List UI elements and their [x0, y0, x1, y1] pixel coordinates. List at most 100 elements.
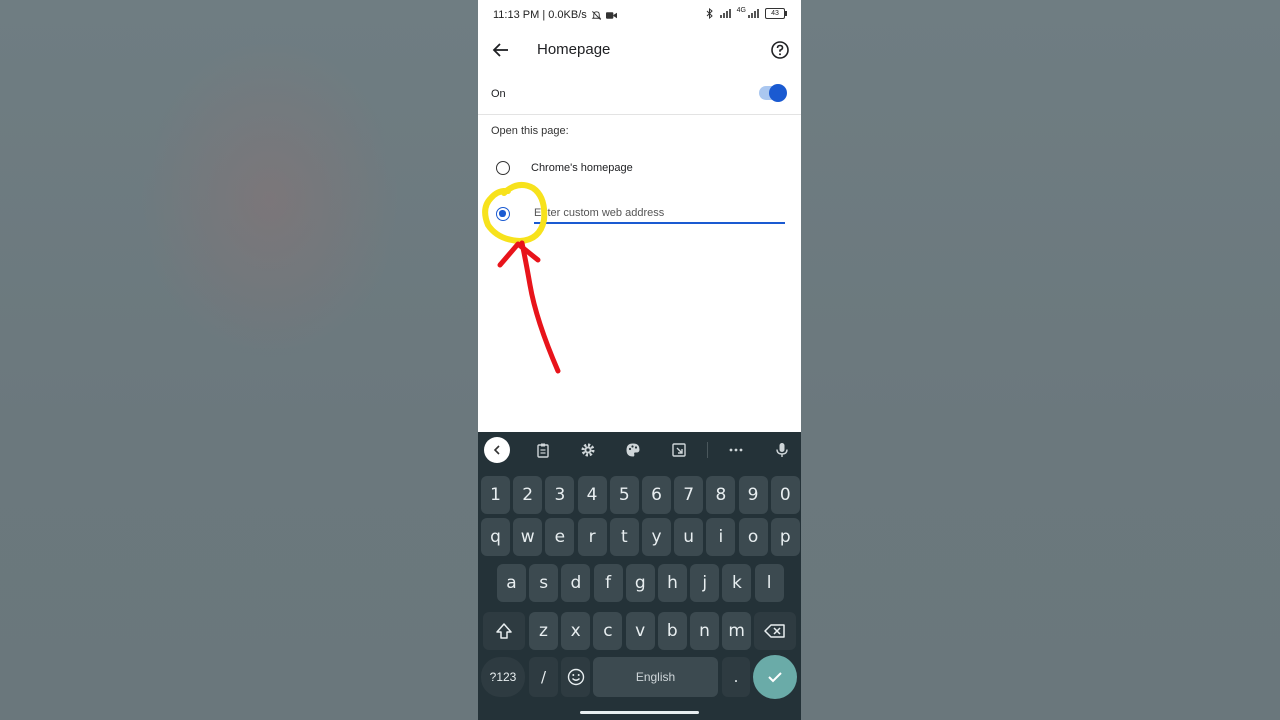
theme-button[interactable]: [621, 438, 645, 462]
key-label: 4: [586, 485, 598, 505]
help-circle-icon: [771, 41, 789, 59]
key-label: l: [766, 573, 772, 593]
letter-key-v[interactable]: v: [625, 612, 655, 650]
letter-key-g[interactable]: g: [625, 564, 655, 602]
key-label: k: [731, 573, 742, 593]
period-key[interactable]: .: [722, 657, 750, 697]
key-label: h: [667, 573, 678, 593]
key-label: b: [666, 621, 678, 641]
slash-key-label: /: [540, 668, 547, 686]
radio-button-selected[interactable]: [496, 207, 510, 221]
space-key[interactable]: English: [593, 657, 718, 697]
letter-key-m[interactable]: m: [722, 612, 752, 650]
number-key-8[interactable]: 8: [706, 476, 736, 514]
emoji-icon: [567, 668, 584, 686]
homepage-toggle-row[interactable]: On: [478, 74, 801, 115]
number-key-0[interactable]: 0: [770, 476, 800, 514]
key-label: 6: [651, 485, 662, 505]
number-key-4[interactable]: 4: [577, 476, 607, 514]
letter-key-r[interactable]: r: [577, 518, 607, 556]
key-label: 1: [490, 485, 501, 505]
settings-button[interactable]: [576, 438, 600, 462]
status-right: 4G 43: [706, 7, 787, 19]
key-label: v: [635, 621, 646, 641]
more-button[interactable]: [724, 438, 748, 462]
key-label: w: [520, 527, 535, 547]
number-key-5[interactable]: 5: [609, 476, 639, 514]
letter-key-y[interactable]: y: [642, 518, 671, 556]
palette-icon: [626, 443, 640, 457]
letter-key-l[interactable]: l: [754, 564, 784, 602]
space-key-label: English: [635, 670, 676, 684]
key-label: a: [506, 573, 517, 593]
signal-icon: [719, 9, 731, 18]
key-label: t: [620, 527, 628, 547]
phone-screen: 11:13 PM | 0.0KB/s 4G 43 Homepage On Ope…: [478, 0, 801, 720]
key-label: o: [747, 527, 759, 547]
key-label: 8: [715, 485, 727, 505]
letter-key-t[interactable]: t: [609, 518, 639, 556]
bluetooth-icon: [706, 8, 713, 19]
homepage-toggle[interactable]: [759, 84, 787, 102]
red-arrow-shaft: [519, 240, 561, 374]
letter-key-a[interactable]: a: [497, 564, 526, 602]
key-label: n: [699, 621, 710, 641]
letter-key-n[interactable]: n: [690, 612, 719, 650]
resize-button[interactable]: [667, 438, 691, 462]
slash-key[interactable]: /: [529, 657, 558, 697]
clipboard-button[interactable]: [531, 438, 555, 462]
back-button[interactable]: [490, 39, 512, 61]
shift-key[interactable]: [483, 612, 525, 650]
letter-key-j[interactable]: j: [690, 564, 720, 602]
toggle-label: On: [491, 88, 506, 100]
symbols-key[interactable]: ?123: [481, 657, 525, 697]
number-key-6[interactable]: 6: [642, 476, 671, 514]
key-label: x: [570, 621, 581, 641]
letter-key-o[interactable]: o: [738, 518, 768, 556]
letter-key-f[interactable]: f: [593, 564, 623, 602]
app-bar: Homepage: [478, 30, 801, 70]
option-chrome-homepage[interactable]: Chrome's homepage: [478, 153, 801, 187]
toolbar-divider: [707, 442, 708, 458]
key-label: 7: [683, 485, 695, 505]
key-label: 2: [522, 485, 534, 505]
letter-key-x[interactable]: x: [561, 612, 591, 650]
voice-input-button[interactable]: [770, 438, 794, 462]
letter-key-z[interactable]: z: [529, 612, 558, 650]
letter-key-w[interactable]: w: [513, 518, 543, 556]
enter-key[interactable]: [753, 655, 797, 699]
letter-key-i[interactable]: i: [706, 518, 736, 556]
letter-key-u[interactable]: u: [674, 518, 704, 556]
keyboard-collapse-button[interactable]: [484, 437, 510, 463]
section-label: Open this page:: [491, 125, 569, 137]
radio-button[interactable]: [496, 161, 510, 175]
letter-key-b[interactable]: b: [657, 612, 687, 650]
letter-key-e[interactable]: e: [545, 518, 575, 556]
backspace-key[interactable]: [754, 612, 796, 650]
letter-key-s[interactable]: s: [529, 564, 559, 602]
letter-key-d[interactable]: d: [561, 564, 591, 602]
letter-key-p[interactable]: p: [770, 518, 800, 556]
number-key-2[interactable]: 2: [513, 476, 543, 514]
help-button[interactable]: [769, 39, 791, 61]
shift-icon: [496, 623, 512, 639]
number-key-1[interactable]: 1: [481, 476, 510, 514]
clipboard-icon: [537, 443, 549, 458]
battery-level: 43: [771, 10, 779, 17]
navigation-handle[interactable]: [580, 711, 699, 714]
number-key-7[interactable]: 7: [674, 476, 704, 514]
letter-key-h[interactable]: h: [658, 564, 687, 602]
number-key-3[interactable]: 3: [545, 476, 575, 514]
mic-icon: [776, 443, 788, 457]
emoji-key[interactable]: [561, 657, 590, 697]
key-label: e: [554, 527, 566, 547]
letter-key-k[interactable]: k: [722, 564, 752, 602]
key-label: g: [634, 573, 646, 593]
letter-key-q[interactable]: q: [481, 518, 510, 556]
custom-address-input[interactable]: [534, 206, 785, 224]
number-key-9[interactable]: 9: [738, 476, 768, 514]
letter-key-c[interactable]: c: [593, 612, 623, 650]
key-label: 9: [747, 485, 759, 505]
signal-icon-2: [748, 9, 759, 18]
battery-icon: 43: [765, 8, 787, 19]
